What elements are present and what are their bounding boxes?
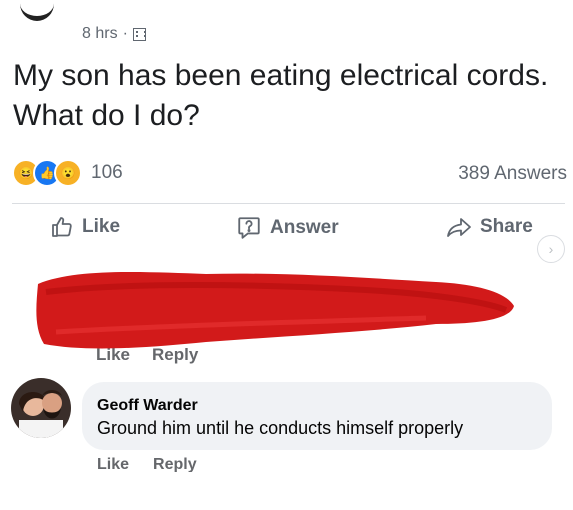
divider bbox=[12, 203, 565, 204]
post-action-bar: Like Answer Share bbox=[0, 215, 573, 251]
reaction-count: 106 bbox=[91, 162, 123, 183]
question-bubble-icon bbox=[236, 215, 262, 241]
share-arrow-icon bbox=[446, 215, 472, 239]
like-button[interactable]: Like bbox=[50, 215, 120, 239]
poster-avatar-fragment[interactable] bbox=[20, 0, 54, 21]
redaction-scribble bbox=[36, 272, 515, 349]
answers-count-link[interactable]: 389 Answers bbox=[458, 163, 567, 185]
comment-like-link[interactable]: Like bbox=[97, 456, 129, 472]
reactions-summary[interactable]: 😆 👍 😮 106 bbox=[12, 159, 123, 187]
post-meta: 8 hrs · bbox=[82, 25, 146, 43]
post-time[interactable]: 8 hrs bbox=[82, 25, 118, 43]
comment-actions: Like Reply bbox=[97, 456, 197, 472]
wow-reaction-icon: 😮 bbox=[54, 159, 82, 187]
post-question: My son has been eating electrical cords.… bbox=[13, 59, 549, 132]
comment-reply-link[interactable]: Reply bbox=[153, 456, 197, 472]
share-button[interactable]: Share bbox=[446, 215, 533, 239]
thumbs-up-icon bbox=[50, 215, 74, 239]
comment-bubble bbox=[82, 382, 552, 450]
comment-text: Ground him until he conducts himself pro… bbox=[97, 418, 464, 438]
answer-label: Answer bbox=[270, 217, 339, 238]
meta-separator: · bbox=[122, 25, 128, 42]
answer-button[interactable]: Answer bbox=[236, 215, 339, 241]
like-label: Like bbox=[82, 216, 121, 237]
comment-author[interactable]: Geoff Warder bbox=[97, 397, 198, 415]
share-label: Share bbox=[480, 216, 533, 237]
chevron-right-icon[interactable]: › bbox=[537, 235, 565, 263]
commenter-avatar[interactable] bbox=[11, 378, 71, 438]
building-icon bbox=[132, 27, 146, 41]
